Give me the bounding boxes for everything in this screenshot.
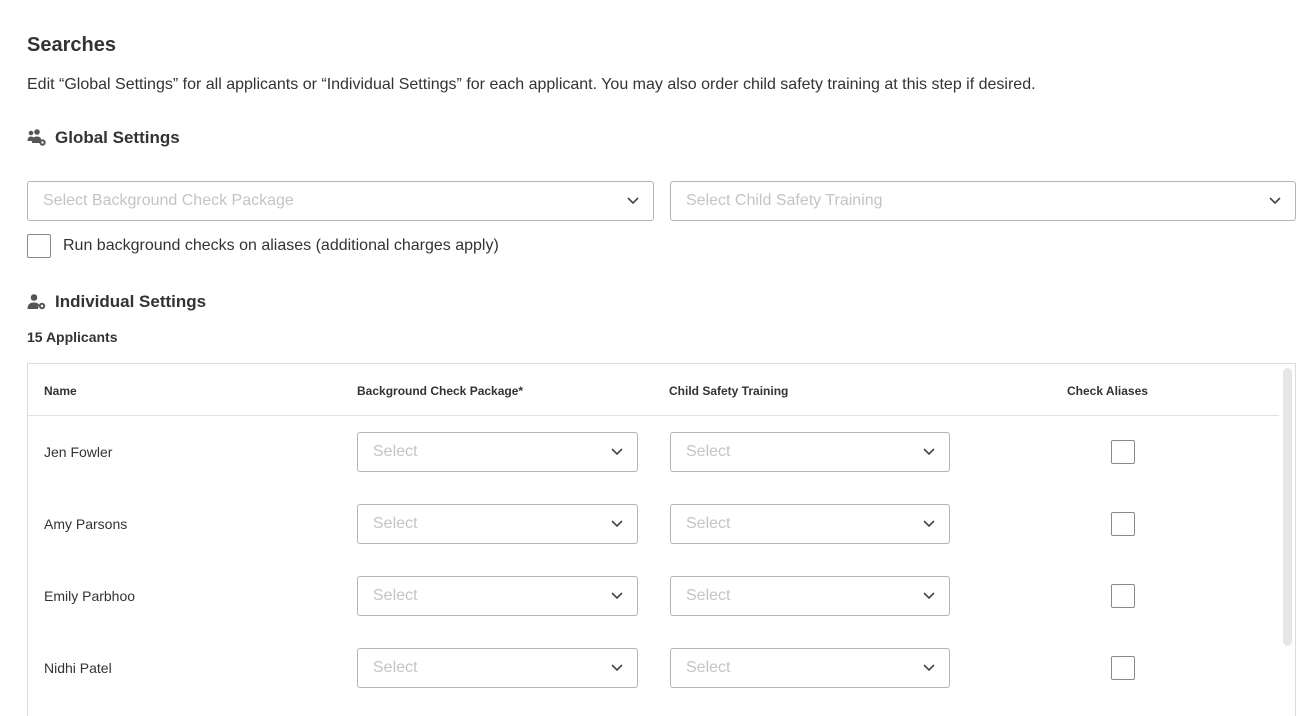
row-package-value: Select (373, 443, 418, 460)
applicant-name: Amy Parsons (44, 516, 128, 532)
global-settings-label: Global Settings (55, 128, 180, 147)
applicant-name: Nidhi Patel (44, 660, 112, 676)
row-alias-checkbox[interactable] (1111, 656, 1135, 680)
table-scrollbar[interactable] (1283, 368, 1292, 716)
row-training-value: Select (686, 515, 731, 532)
table-row: Nidhi Patel Select Select (28, 632, 1279, 704)
row-alias-checkbox[interactable] (1111, 512, 1135, 536)
row-training-value: Select (686, 659, 731, 676)
row-alias-checkbox[interactable] (1111, 584, 1135, 608)
global-alias-option: Run background checks on aliases (additi… (27, 234, 499, 258)
global-alias-checkbox[interactable] (27, 234, 51, 258)
row-training-select[interactable]: Select (670, 648, 950, 688)
row-package-select[interactable]: Select (357, 648, 638, 688)
row-training-select[interactable]: Select (670, 432, 950, 472)
global-training-placeholder: Select Child Safety Training (686, 192, 883, 209)
chevron-down-icon (611, 515, 623, 533)
column-header-training: Child Safety Training (669, 384, 789, 398)
user-gear-icon (27, 293, 47, 311)
row-training-value: Select (686, 587, 731, 604)
row-package-value: Select (373, 515, 418, 532)
applicant-count: 15 Applicants (27, 329, 118, 345)
row-package-value: Select (373, 659, 418, 676)
global-alias-label: Run background checks on aliases (additi… (63, 237, 499, 254)
global-settings-heading: Global Settings (27, 128, 180, 148)
page-intro: Edit “Global Settings” for all applicant… (27, 76, 1036, 93)
users-gear-icon (27, 129, 47, 147)
row-training-select[interactable]: Select (670, 576, 950, 616)
column-header-package: Background Check Package* (357, 384, 524, 398)
chevron-down-icon (923, 659, 935, 677)
applicant-name: Jen Fowler (44, 444, 113, 460)
applicants-table: Name Background Check Package* Child Saf… (27, 363, 1296, 716)
table-row: Amy Parsons Select Select (28, 488, 1279, 560)
row-training-select[interactable]: Select (670, 504, 950, 544)
table-row: Emily Parbhoo Select Select (28, 560, 1279, 632)
global-package-select[interactable]: Select Background Check Package (27, 181, 654, 221)
chevron-down-icon (611, 443, 623, 461)
row-package-select[interactable]: Select (357, 432, 638, 472)
global-package-placeholder: Select Background Check Package (43, 192, 294, 209)
column-header-aliases: Check Aliases (1067, 384, 1148, 398)
individual-settings-label: Individual Settings (55, 292, 207, 311)
table-row: Jen Fowler Select Select (28, 416, 1279, 488)
chevron-down-icon (611, 587, 623, 605)
chevron-down-icon (611, 659, 623, 677)
scrollbar-thumb[interactable] (1283, 368, 1292, 646)
chevron-down-icon (923, 443, 935, 461)
chevron-down-icon (923, 587, 935, 605)
chevron-down-icon (923, 515, 935, 533)
row-package-value: Select (373, 587, 418, 604)
row-training-value: Select (686, 443, 731, 460)
row-package-select[interactable]: Select (357, 576, 638, 616)
row-alias-checkbox[interactable] (1111, 440, 1135, 464)
applicant-name: Emily Parbhoo (44, 588, 136, 604)
chevron-down-icon (627, 192, 639, 210)
column-header-name: Name (44, 384, 77, 398)
global-training-select[interactable]: Select Child Safety Training (670, 181, 1296, 221)
chevron-down-icon (1269, 192, 1281, 210)
row-package-select[interactable]: Select (357, 504, 638, 544)
page-title: Searches (27, 34, 116, 56)
individual-settings-heading: Individual Settings (27, 292, 206, 312)
